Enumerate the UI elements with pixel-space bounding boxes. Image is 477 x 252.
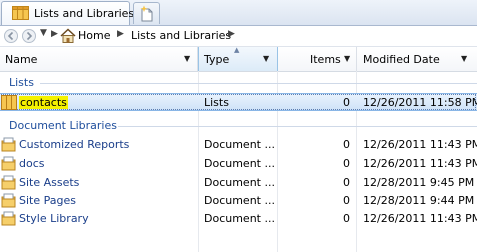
column-header-modified-date[interactable]: Modified Date ▼ [357,47,477,71]
chevron-down-icon[interactable]: ▼ [344,54,350,63]
row-type: Document ... [204,194,275,207]
row-type: Document ... [204,212,275,225]
column-label: Items [310,53,341,66]
row-name[interactable]: Site Pages [19,194,76,207]
chevron-right-icon: ▶ [51,29,58,39]
row-type: Document ... [204,157,275,170]
row-items: 0 [343,138,350,151]
column-label: Modified Date [363,53,440,66]
row-modified: 12/28/2011 9:45 PM [363,176,475,189]
document-library-icon [1,156,17,174]
tab-lists-and-libraries[interactable]: Lists and Libraries [1,1,134,25]
document-library-icon [1,193,17,211]
forward-icon[interactable] [22,29,36,43]
row-items: 0 [343,194,350,207]
list-item[interactable]: Site Assets Document ... 0 12/28/2011 9:… [0,174,477,192]
row-modified: 12/28/2011 9:44 PM [363,194,475,207]
group-divider [40,83,477,84]
back-icon[interactable] [4,29,18,43]
chevron-down-icon[interactable]: ▼ [184,54,190,63]
column-header-name[interactable]: Name ▼ [0,47,198,71]
column-label: Type [204,53,230,66]
row-modified: 12/26/2011 11:43 PM [363,157,477,170]
tab-strip: Lists and Libraries [0,0,477,26]
history-dropdown-icon[interactable]: ▼ [40,28,47,38]
row-items: 0 [343,176,350,189]
row-modified: 12/26/2011 11:43 PM [363,138,477,151]
list-item[interactable]: contacts Lists 0 12/26/2011 11:58 PM [0,93,477,111]
row-name[interactable]: docs [19,157,45,170]
list-icon [1,95,17,113]
row-type: Document ... [204,176,275,189]
breadcrumb-lists-and-libraries[interactable]: Lists and Libraries [131,29,231,42]
row-items: 0 [343,212,350,225]
row-name[interactable]: Site Assets [19,176,79,189]
list-item[interactable]: docs Document ... 0 12/26/2011 11:43 PM [0,155,477,173]
row-name[interactable]: contacts [19,96,68,109]
home-icon [60,28,76,46]
list-item[interactable]: Style Library Document ... 0 12/26/2011 … [0,210,477,228]
new-tab-button[interactable] [133,2,160,24]
document-library-icon [1,175,17,193]
row-name[interactable]: Customized Reports [19,138,129,151]
group-header-lists[interactable]: Lists [0,74,477,92]
row-type: Lists [204,96,229,109]
chevron-down-icon[interactable]: ▼ [263,54,269,63]
address-bar: ▼ ▶ Home ▶ Lists and Libraries ▶ [0,26,477,47]
document-library-icon [1,137,17,155]
chevron-right-icon[interactable]: ▶ [228,29,235,39]
list-item[interactable]: Site Pages Document ... 0 12/28/2011 9:4… [0,192,477,210]
column-label: Name [5,53,38,66]
column-header: Name ▼ ▲ Type ▼ Items ▼ Modified Date ▼ [0,46,477,72]
group-header-document-libraries[interactable]: Document Libraries [0,117,477,135]
chevron-down-icon[interactable]: ▼ [461,54,467,63]
list-item[interactable]: Customized Reports Document ... 0 12/26/… [0,136,477,154]
column-header-items[interactable]: Items ▼ [278,47,357,71]
new-page-icon [140,5,153,22]
row-modified: 12/26/2011 11:58 PM [363,96,477,109]
row-name[interactable]: Style Library [19,212,89,225]
group-divider [118,126,477,127]
document-library-icon [1,211,17,229]
sort-ascending-icon: ▲ [234,46,240,54]
row-modified: 12/26/2011 11:43 PM [363,212,477,225]
chevron-right-icon[interactable]: ▶ [117,29,124,39]
row-items: 0 [343,157,350,170]
group-label: Lists [9,76,34,89]
column-header-type[interactable]: ▲ Type ▼ [198,46,278,71]
list-icon [12,6,29,23]
row-type: Document ... [204,138,275,151]
highlighted-name: contacts [19,96,68,109]
group-label: Document Libraries [9,119,117,132]
tab-label: Lists and Libraries [34,7,135,20]
breadcrumb-home[interactable]: Home [78,29,110,42]
row-items: 0 [343,96,350,109]
